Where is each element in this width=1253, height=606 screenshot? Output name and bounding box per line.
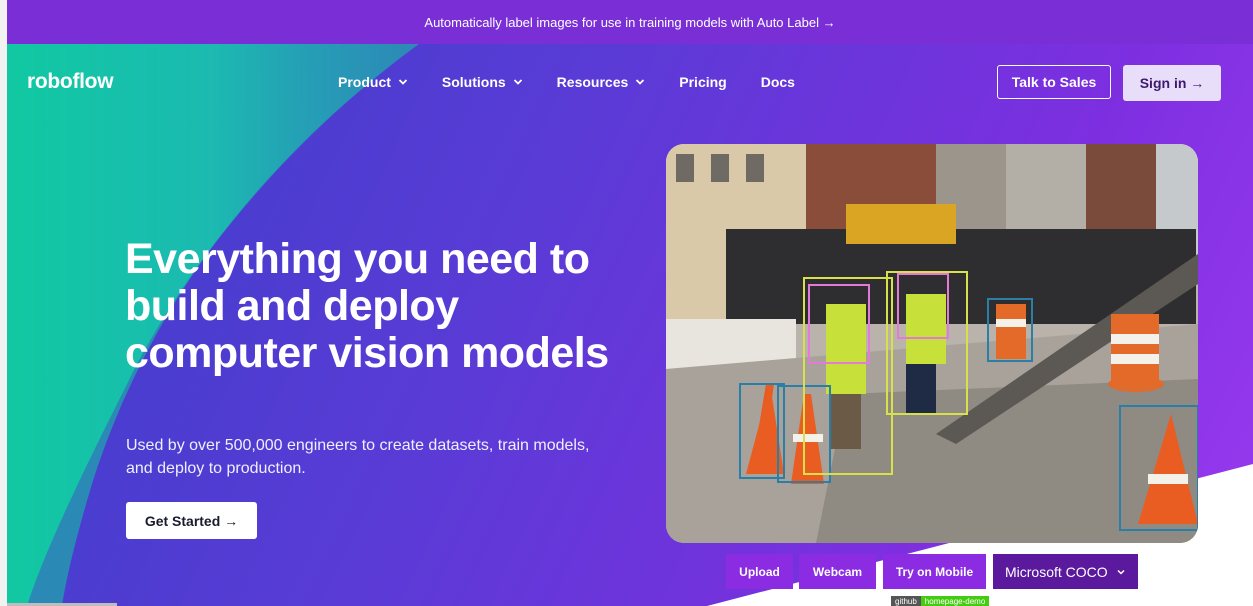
construction-scene-image <box>666 144 1198 543</box>
demo-image-panel <box>666 144 1198 543</box>
sign-in-button[interactable]: Sign in → <box>1123 65 1221 101</box>
hero-subtext: Used by over 500,000 engineers to create… <box>126 437 590 477</box>
banner-text[interactable]: Automatically label images for use in tr… <box>424 15 835 30</box>
nav-item-product[interactable]: Product <box>338 74 408 90</box>
roboflow-logo[interactable]: roboflow <box>27 70 114 94</box>
hero-headline: Everything you need to build and deploy … <box>125 235 609 377</box>
nav-item-solutions[interactable]: Solutions <box>442 74 523 90</box>
upload-button[interactable]: Upload <box>726 554 793 589</box>
github-badge-label: github <box>891 596 921 606</box>
github-badge[interactable]: github homepage-demo <box>891 596 990 606</box>
nav-item-pricing[interactable]: Pricing <box>679 74 726 90</box>
webcam-button[interactable]: Webcam <box>799 554 876 589</box>
nav-item-label: Resources <box>556 74 629 90</box>
main-nav: Product Solutions Resources Pricing Docs <box>338 74 829 90</box>
try-on-mobile-button[interactable]: Try on Mobile <box>883 554 986 589</box>
nav-item-label: Pricing <box>679 74 727 90</box>
github-badge-value: homepage-demo <box>920 596 990 606</box>
window-left-edge <box>0 0 7 606</box>
get-started-button[interactable]: Get Started → <box>126 502 257 539</box>
chevron-down-icon <box>513 79 522 85</box>
talk-to-sales-button[interactable]: Talk to Sales <box>997 65 1111 99</box>
model-select[interactable]: Microsoft COCO <box>993 554 1138 589</box>
hero-section: roboflow Product Solutions Resources Pri… <box>7 44 1253 606</box>
nav-item-docs[interactable]: Docs <box>761 74 795 90</box>
nav-item-label: Product <box>338 74 391 90</box>
announcement-banner[interactable]: Automatically label images for use in tr… <box>7 0 1253 44</box>
chevron-down-icon <box>398 79 408 85</box>
page: Automatically label images for use in tr… <box>7 0 1253 606</box>
nav-item-resources[interactable]: Resources <box>557 74 646 90</box>
chevron-down-icon <box>1117 569 1125 575</box>
chevron-down-icon <box>636 79 645 85</box>
model-select-value: Microsoft COCO <box>1005 563 1108 580</box>
nav-item-label: Solutions <box>441 74 506 90</box>
nav-item-label: Docs <box>760 74 795 90</box>
